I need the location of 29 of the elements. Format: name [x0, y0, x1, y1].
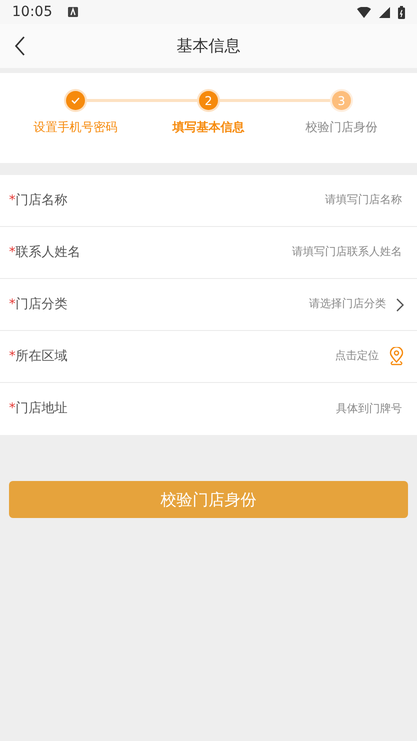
input-field[interactable]: 请填写门店联系人姓名: [88, 243, 404, 262]
field-label: 联系人姓名: [16, 244, 80, 262]
step-label: 校验门店身份: [306, 119, 378, 136]
battery-icon: [398, 6, 405, 18]
input-field[interactable]: 请填写门店名称: [76, 191, 404, 210]
verify-store-button[interactable]: 校验门店身份: [9, 481, 408, 518]
back-icon[interactable]: [14, 36, 26, 56]
field-label: 所在区域: [16, 348, 68, 366]
field-label: 门店名称: [16, 192, 68, 210]
field-label: 门店地址: [16, 400, 68, 418]
required-mark: *: [9, 348, 16, 366]
step-marker: 2: [199, 91, 218, 110]
signal-icon: [379, 6, 390, 18]
chevron-right-icon: [396, 298, 404, 312]
page-title: 基本信息: [176, 36, 240, 56]
field-label: 门店分类: [16, 296, 68, 314]
wifi-icon: [357, 6, 371, 18]
notification-icon: [68, 7, 78, 17]
step-marker: 3: [332, 91, 351, 110]
select-field[interactable]: 请选择门店分类: [76, 295, 388, 314]
clock: 10:05: [12, 2, 52, 22]
location-field[interactable]: 点击定位: [76, 347, 381, 366]
required-mark: *: [9, 244, 16, 262]
required-mark: *: [9, 296, 16, 314]
input-field[interactable]: 具体到门牌号: [76, 400, 404, 418]
step-label: 填写基本信息: [172, 119, 244, 136]
required-mark: *: [9, 400, 16, 418]
required-mark: *: [9, 192, 16, 210]
step-label: 设置手机号密码: [34, 119, 118, 136]
